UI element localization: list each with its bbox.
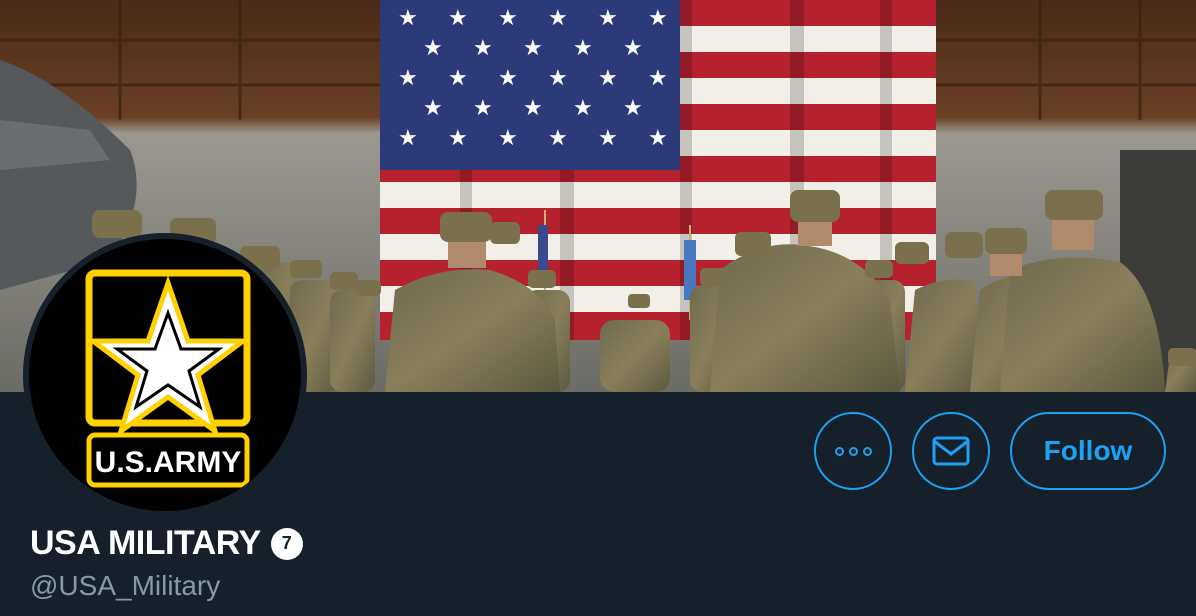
svg-text:★: ★ <box>498 6 518 31</box>
svg-text:★: ★ <box>473 96 493 121</box>
svg-text:★: ★ <box>473 36 493 61</box>
envelope-icon <box>932 436 970 466</box>
svg-text:★: ★ <box>548 6 568 31</box>
svg-text:★: ★ <box>523 96 543 121</box>
more-options-button[interactable] <box>814 412 892 490</box>
avatar[interactable]: U.S.ARMY <box>23 233 307 517</box>
more-dots-icon <box>834 446 872 456</box>
svg-text:★: ★ <box>598 6 618 31</box>
svg-text:★: ★ <box>573 96 593 121</box>
svg-text:★: ★ <box>523 36 543 61</box>
svg-text:★: ★ <box>498 126 518 151</box>
svg-text:★: ★ <box>648 126 668 151</box>
display-name: USA MILITARY <box>30 524 261 562</box>
name-row: USA MILITARY 7 <box>30 524 303 563</box>
svg-text:★: ★ <box>598 66 618 91</box>
svg-text:★: ★ <box>598 126 618 151</box>
svg-text:★: ★ <box>448 6 468 31</box>
count-badge: 7 <box>270 527 303 560</box>
army-logo-graphic: U.S.ARMY <box>85 269 251 488</box>
svg-text:★: ★ <box>423 36 443 61</box>
follow-button[interactable]: Follow <box>1010 412 1166 490</box>
svg-text:★: ★ <box>548 126 568 151</box>
svg-text:★: ★ <box>398 6 418 31</box>
svg-text:★: ★ <box>423 96 443 121</box>
svg-text:★: ★ <box>623 96 643 121</box>
user-handle: @USA_Military <box>30 570 221 601</box>
army-logo-text: U.S.ARMY <box>95 446 242 479</box>
svg-text:★: ★ <box>623 36 643 61</box>
svg-text:★: ★ <box>548 66 568 91</box>
svg-text:★: ★ <box>498 66 518 91</box>
svg-text:★: ★ <box>398 126 418 151</box>
army-logo: U.S.ARMY <box>29 239 301 511</box>
svg-text:★: ★ <box>448 66 468 91</box>
svg-text:★: ★ <box>648 6 668 31</box>
svg-text:★: ★ <box>448 126 468 151</box>
svg-text:★: ★ <box>398 66 418 91</box>
svg-text:★: ★ <box>648 66 668 91</box>
svg-text:★: ★ <box>573 36 593 61</box>
message-button[interactable] <box>912 412 990 490</box>
